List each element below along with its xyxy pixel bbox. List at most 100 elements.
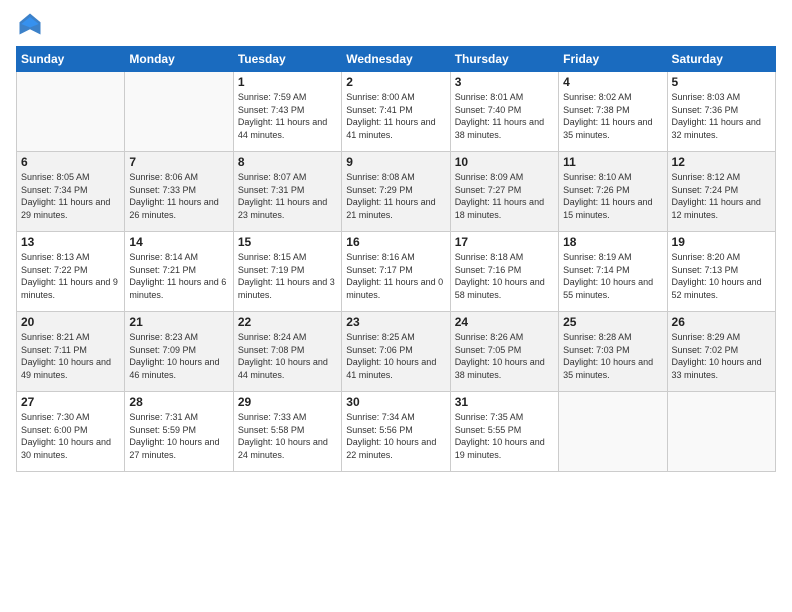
day-info: Sunrise: 7:35 AM Sunset: 5:55 PM Dayligh…: [455, 411, 554, 461]
day-number: 16: [346, 235, 445, 249]
day-info: Sunrise: 8:05 AM Sunset: 7:34 PM Dayligh…: [21, 171, 120, 221]
calendar-week-5: 27Sunrise: 7:30 AM Sunset: 6:00 PM Dayli…: [17, 392, 776, 472]
day-info: Sunrise: 7:33 AM Sunset: 5:58 PM Dayligh…: [238, 411, 337, 461]
calendar-cell: [17, 72, 125, 152]
calendar-week-1: 1 Sunrise: 7:59 AM Sunset: 7:43 PM Daylig…: [17, 72, 776, 152]
day-info: Sunrise: 8:23 AM Sunset: 7:09 PM Dayligh…: [129, 331, 228, 381]
day-info: Sunrise: 8:09 AM Sunset: 7:27 PM Dayligh…: [455, 171, 554, 221]
calendar-week-4: 20 Sunrise: 8:21 AM Sunset: 7:11 PM Dayli…: [17, 312, 776, 392]
day-info: Sunrise: 8:18 AM Sunset: 7:16 PM Dayligh…: [455, 251, 554, 301]
day-info: Sunrise: 8:28 AM Sunset: 7:03 PM Dayligh…: [563, 331, 662, 381]
calendar-cell: 30 Sunrise: 7:34 AM Sunset: 5:56 PM Dayli…: [342, 392, 450, 472]
day-number: 13: [21, 235, 120, 249]
day-info: Sunrise: 8:15 AM Sunset: 7:19 PM Dayligh…: [238, 251, 337, 301]
day-info: Sunrise: 8:14 AM Sunset: 7:21 PM Dayligh…: [129, 251, 228, 301]
calendar-cell: [667, 392, 775, 472]
day-number: 14: [129, 235, 228, 249]
day-info: Sunrise: 8:03 AM Sunset: 7:36 PM Dayligh…: [672, 91, 771, 141]
day-number: 21: [129, 315, 228, 329]
day-info: Sunrise: 8:01 AM Sunset: 7:40 PM Dayligh…: [455, 91, 554, 141]
day-info: Sunrise: 8:02 AM Sunset: 7:38 PM Dayligh…: [563, 91, 662, 141]
calendar-cell: 15 Sunrise: 8:15 AM Sunset: 7:19 PM Dayli…: [233, 232, 341, 312]
calendar-cell: 3 Sunrise: 8:01 AM Sunset: 7:40 PM Daylig…: [450, 72, 558, 152]
day-info: Sunrise: 7:31 AM Sunset: 5:59 PM Dayligh…: [129, 411, 228, 461]
day-number: 5: [672, 75, 771, 89]
day-number: 3: [455, 75, 554, 89]
day-number: 12: [672, 155, 771, 169]
calendar-cell: 23 Sunrise: 8:25 AM Sunset: 7:06 PM Dayli…: [342, 312, 450, 392]
day-info: Sunrise: 8:24 AM Sunset: 7:08 PM Dayligh…: [238, 331, 337, 381]
day-number: 23: [346, 315, 445, 329]
day-info: Sunrise: 8:16 AM Sunset: 7:17 PM Dayligh…: [346, 251, 445, 301]
calendar-cell: 14 Sunrise: 8:14 AM Sunset: 7:21 PM Dayli…: [125, 232, 233, 312]
day-number: 17: [455, 235, 554, 249]
day-number: 30: [346, 395, 445, 409]
calendar-cell: 17 Sunrise: 8:18 AM Sunset: 7:16 PM Dayli…: [450, 232, 558, 312]
calendar-cell: 8 Sunrise: 8:07 AM Sunset: 7:31 PM Daylig…: [233, 152, 341, 232]
day-info: Sunrise: 8:08 AM Sunset: 7:29 PM Dayligh…: [346, 171, 445, 221]
calendar-cell: 27Sunrise: 7:30 AM Sunset: 6:00 PM Dayli…: [17, 392, 125, 472]
day-number: 26: [672, 315, 771, 329]
day-info: Sunrise: 8:21 AM Sunset: 7:11 PM Dayligh…: [21, 331, 120, 381]
calendar-cell: 19Sunrise: 8:20 AM Sunset: 7:13 PM Dayli…: [667, 232, 775, 312]
calendar-cell: 21 Sunrise: 8:23 AM Sunset: 7:09 PM Dayli…: [125, 312, 233, 392]
day-number: 29: [238, 395, 337, 409]
calendar-cell: 5 Sunrise: 8:03 AM Sunset: 7:36 PM Daylig…: [667, 72, 775, 152]
calendar-cell: 31 Sunrise: 7:35 AM Sunset: 5:55 PM Dayli…: [450, 392, 558, 472]
day-info: Sunrise: 8:26 AM Sunset: 7:05 PM Dayligh…: [455, 331, 554, 381]
day-info: Sunrise: 8:29 AM Sunset: 7:02 PM Dayligh…: [672, 331, 771, 381]
day-number: 7: [129, 155, 228, 169]
calendar-cell: 7 Sunrise: 8:06 AM Sunset: 7:33 PM Daylig…: [125, 152, 233, 232]
calendar-cell: 6Sunrise: 8:05 AM Sunset: 7:34 PM Daylig…: [17, 152, 125, 232]
day-header-thursday: Thursday: [450, 47, 558, 72]
calendar-cell: 11Sunrise: 8:10 AM Sunset: 7:26 PM Dayli…: [559, 152, 667, 232]
day-number: 10: [455, 155, 554, 169]
day-info: Sunrise: 8:12 AM Sunset: 7:24 PM Dayligh…: [672, 171, 771, 221]
day-number: 22: [238, 315, 337, 329]
day-header-friday: Friday: [559, 47, 667, 72]
calendar-cell: 22 Sunrise: 8:24 AM Sunset: 7:08 PM Dayli…: [233, 312, 341, 392]
calendar-cell: 12 Sunrise: 8:12 AM Sunset: 7:24 PM Dayli…: [667, 152, 775, 232]
calendar-cell: 13 Sunrise: 8:13 AM Sunset: 7:22 PM Dayli…: [17, 232, 125, 312]
calendar-cell: [125, 72, 233, 152]
day-header-monday: Monday: [125, 47, 233, 72]
day-number: 24: [455, 315, 554, 329]
day-header-wednesday: Wednesday: [342, 47, 450, 72]
calendar-table: SundayMondayTuesdayWednesdayThursdayFrid…: [16, 46, 776, 472]
day-number: 15: [238, 235, 337, 249]
calendar-header-row: SundayMondayTuesdayWednesdayThursdayFrid…: [17, 47, 776, 72]
calendar-cell: 29 Sunrise: 7:33 AM Sunset: 5:58 PM Dayli…: [233, 392, 341, 472]
calendar-cell: 1 Sunrise: 7:59 AM Sunset: 7:43 PM Daylig…: [233, 72, 341, 152]
day-info: Sunrise: 7:34 AM Sunset: 5:56 PM Dayligh…: [346, 411, 445, 461]
calendar-cell: 18Sunrise: 8:19 AM Sunset: 7:14 PM Dayli…: [559, 232, 667, 312]
day-info: Sunrise: 8:06 AM Sunset: 7:33 PM Dayligh…: [129, 171, 228, 221]
calendar-cell: [559, 392, 667, 472]
day-header-saturday: Saturday: [667, 47, 775, 72]
day-number: 31: [455, 395, 554, 409]
day-info: Sunrise: 8:10 AM Sunset: 7:26 PM Dayligh…: [563, 171, 662, 221]
day-number: 8: [238, 155, 337, 169]
day-info: Sunrise: 8:13 AM Sunset: 7:22 PM Dayligh…: [21, 251, 120, 301]
day-header-tuesday: Tuesday: [233, 47, 341, 72]
calendar-cell: 10 Sunrise: 8:09 AM Sunset: 7:27 PM Dayli…: [450, 152, 558, 232]
day-info: Sunrise: 7:59 AM Sunset: 7:43 PM Dayligh…: [238, 91, 337, 141]
day-info: Sunrise: 8:20 AM Sunset: 7:13 PM Dayligh…: [672, 251, 771, 301]
day-number: 1: [238, 75, 337, 89]
logo-icon: [16, 10, 44, 38]
calendar-cell: 20 Sunrise: 8:21 AM Sunset: 7:11 PM Dayli…: [17, 312, 125, 392]
calendar-cell: 24 Sunrise: 8:26 AM Sunset: 7:05 PM Dayli…: [450, 312, 558, 392]
calendar-cell: 2Sunrise: 8:00 AM Sunset: 7:41 PM Daylig…: [342, 72, 450, 152]
calendar-cell: 26 Sunrise: 8:29 AM Sunset: 7:02 PM Dayli…: [667, 312, 775, 392]
day-number: 27: [21, 395, 120, 409]
calendar-cell: 28 Sunrise: 7:31 AM Sunset: 5:59 PM Dayli…: [125, 392, 233, 472]
day-number: 28: [129, 395, 228, 409]
logo: [16, 10, 48, 38]
calendar-cell: 9Sunrise: 8:08 AM Sunset: 7:29 PM Daylig…: [342, 152, 450, 232]
day-info: Sunrise: 8:07 AM Sunset: 7:31 PM Dayligh…: [238, 171, 337, 221]
day-number: 18: [563, 235, 662, 249]
day-info: Sunrise: 8:25 AM Sunset: 7:06 PM Dayligh…: [346, 331, 445, 381]
day-number: 4: [563, 75, 662, 89]
calendar-week-2: 6Sunrise: 8:05 AM Sunset: 7:34 PM Daylig…: [17, 152, 776, 232]
day-number: 20: [21, 315, 120, 329]
page: SundayMondayTuesdayWednesdayThursdayFrid…: [0, 0, 792, 482]
